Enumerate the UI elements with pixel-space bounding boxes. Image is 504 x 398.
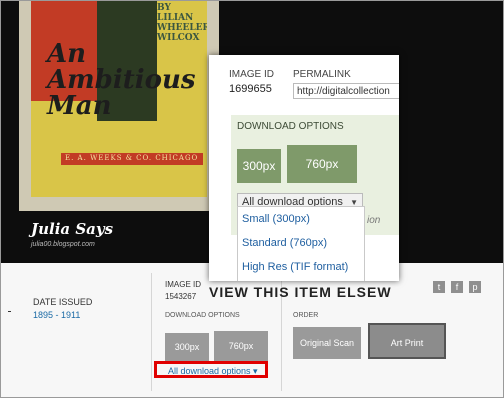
art-print-button[interactable]: Art Print	[368, 323, 446, 359]
pinterest-icon[interactable]: p	[469, 281, 481, 293]
download-options-menu: Small (300px) Standard (760px) High Res …	[237, 206, 365, 281]
image-id-value: 1543267	[165, 292, 197, 301]
zoom-download-300-button[interactable]: 300px	[237, 149, 281, 183]
screenshot-frame: BY LILIAN WHEELER WILCOX An Ambitious Ma…	[0, 0, 504, 398]
twitter-icon[interactable]: t	[433, 281, 445, 293]
zoom-image-id-label: IMAGE ID	[229, 69, 275, 80]
facebook-icon[interactable]: f	[451, 281, 463, 293]
menu-item-standard[interactable]: Standard (760px)	[242, 237, 327, 249]
separator	[8, 311, 11, 312]
poster-artwork: BY LILIAN WHEELER WILCOX An Ambitious Ma…	[31, 1, 207, 197]
zoom-permalink-label: PERMALINK	[293, 69, 351, 80]
partial-text: ion	[367, 215, 381, 226]
poster-publisher: E. A. WEEKS & CO. CHICAGO	[65, 154, 199, 162]
menu-item-small[interactable]: Small (300px)	[242, 213, 310, 225]
download-options-label: DOWNLOAD OPTIONS	[165, 312, 240, 319]
poster-image[interactable]: BY LILIAN WHEELER WILCOX An Ambitious Ma…	[19, 1, 219, 211]
permalink-field[interactable]: http://digitalcollection	[293, 83, 399, 99]
zoom-image-id-value: 1699655	[229, 83, 272, 95]
poster-title-line1: An	[47, 39, 87, 69]
download-300-button[interactable]: 300px	[165, 333, 209, 361]
column-divider	[151, 273, 152, 391]
poster-title: An Ambitious Man	[47, 41, 196, 119]
blog-watermark-title: Julia Says	[31, 220, 114, 238]
highlight-box	[154, 361, 268, 378]
poster-title-line2: Ambitious	[47, 65, 196, 95]
order-label: ORDER	[293, 312, 319, 319]
menu-item-high-res[interactable]: High Res (TIF format)	[242, 261, 348, 273]
download-760-button[interactable]: 760px	[214, 331, 268, 361]
original-scan-button[interactable]: Original Scan	[293, 327, 361, 359]
view-elsewhere-heading: VIEW THIS ITEM ELSEW	[209, 284, 392, 300]
blog-watermark-url: julia00.blogspot.com	[31, 241, 95, 248]
date-issued-value[interactable]: 1895 - 1911	[33, 310, 80, 320]
zoom-download-options-label: DOWNLOAD OPTIONS	[237, 121, 344, 132]
image-id-label: IMAGE ID	[165, 280, 202, 289]
date-issued-label: DATE ISSUED	[33, 297, 93, 307]
poster-title-line3: Man	[47, 91, 112, 121]
poster-author-text: BY LILIAN WHEELER WILCOX	[157, 3, 207, 43]
zoom-download-760-button[interactable]: 760px	[287, 145, 357, 183]
zoom-callout: IMAGE ID 1699655 PERMALINK http://digita…	[209, 55, 399, 281]
